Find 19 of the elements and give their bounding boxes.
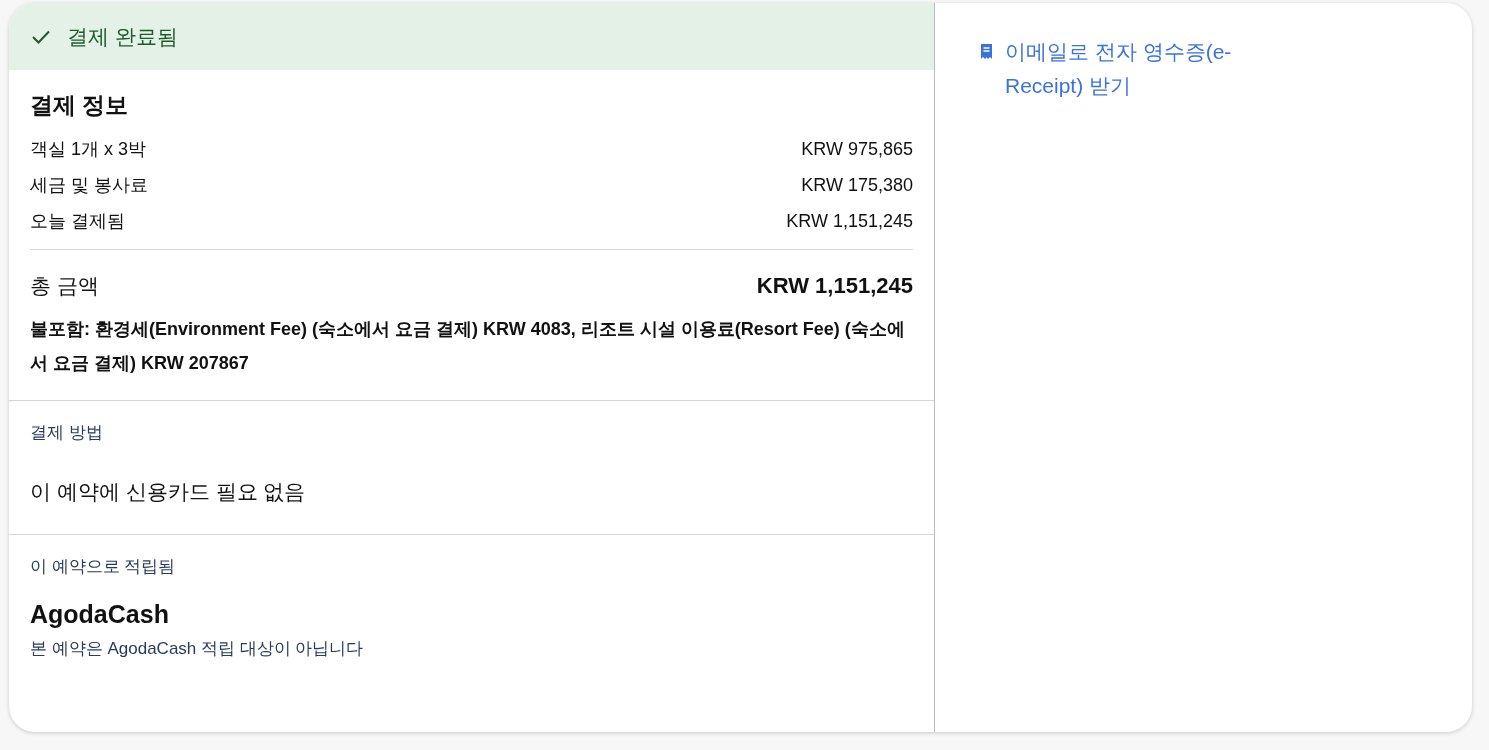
check-icon [31,28,51,45]
section-title: 결제 정보 [30,91,130,120]
line-label: 세금 및 봉사료 [30,174,148,197]
e-receipt-link[interactable]: 이메일로 전자 영수증(e-Receipt) 받기 [980,35,1250,103]
line-amount: KRW 975,865 [801,138,913,160]
earned-note: 본 예약은 AgodaCash 적립 대상이 아닙니다 [30,638,365,660]
total-label: 총 금액 [30,273,99,299]
line-amount: KRW 175,380 [801,174,913,196]
line-label: 오늘 결제됨 [30,210,125,233]
excluded-fees-note: 불포함: 환경세(Environment Fee) (숙소에서 요금 결제) KRW 4083, 리조트 시설 이용료(Resort Fee) (숙소에서 요금 결제) KRW 207867 [30,318,906,375]
payment-method-text: 이 예약에 신용카드 필요 없음 [30,479,307,505]
section-title: 이 예약으로 적립됨 [30,556,177,578]
line-amount: KRW 1,151,245 [786,210,913,232]
program-name: AgodaCash [30,600,170,629]
line-label: 객실 1개 x 3박 [30,138,147,161]
status-label: 결제 완료됨 [67,23,178,50]
receipt-icon [980,43,993,60]
total-amount: KRW 1,151,245 [756,273,913,299]
section-title: 결제 방법 [30,422,104,444]
